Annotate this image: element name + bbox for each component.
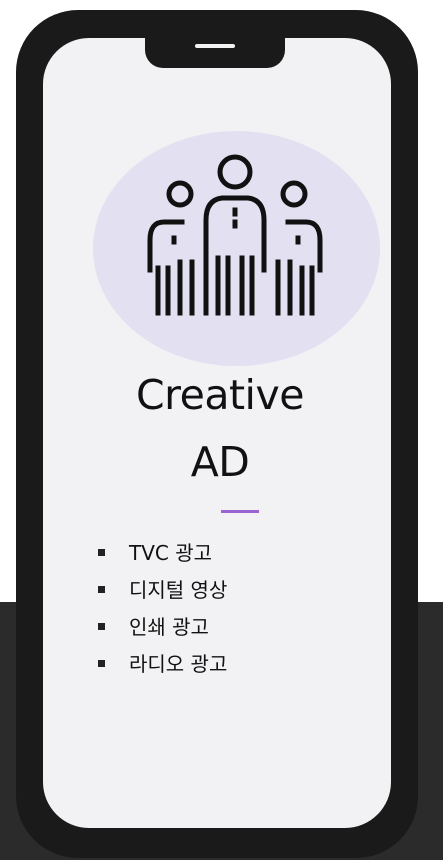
phone-notch	[145, 38, 285, 68]
square-bullet-icon	[98, 586, 105, 593]
service-label: 라디오 광고	[129, 652, 228, 676]
service-label: 인쇄 광고	[129, 615, 209, 639]
service-list-item: 인쇄 광고	[97, 614, 227, 651]
team-people-icon	[147, 154, 323, 316]
square-bullet-icon	[98, 549, 105, 556]
card-title-line1: Creative	[136, 371, 304, 419]
service-list: TVC 광고 디지털 영상 인쇄 광고 라디오 광고	[97, 540, 227, 688]
service-label: TVC 광고	[129, 541, 213, 565]
square-bullet-icon	[98, 623, 105, 630]
service-label: 디지털 영상	[129, 578, 228, 602]
card-title-line2: AD	[190, 438, 250, 486]
service-list-item: 라디오 광고	[97, 651, 227, 688]
speaker-grille	[195, 44, 235, 48]
service-list-item: 디지털 영상	[97, 577, 227, 614]
service-list-item: TVC 광고	[97, 540, 227, 577]
square-bullet-icon	[98, 660, 105, 667]
title-divider	[221, 510, 259, 513]
